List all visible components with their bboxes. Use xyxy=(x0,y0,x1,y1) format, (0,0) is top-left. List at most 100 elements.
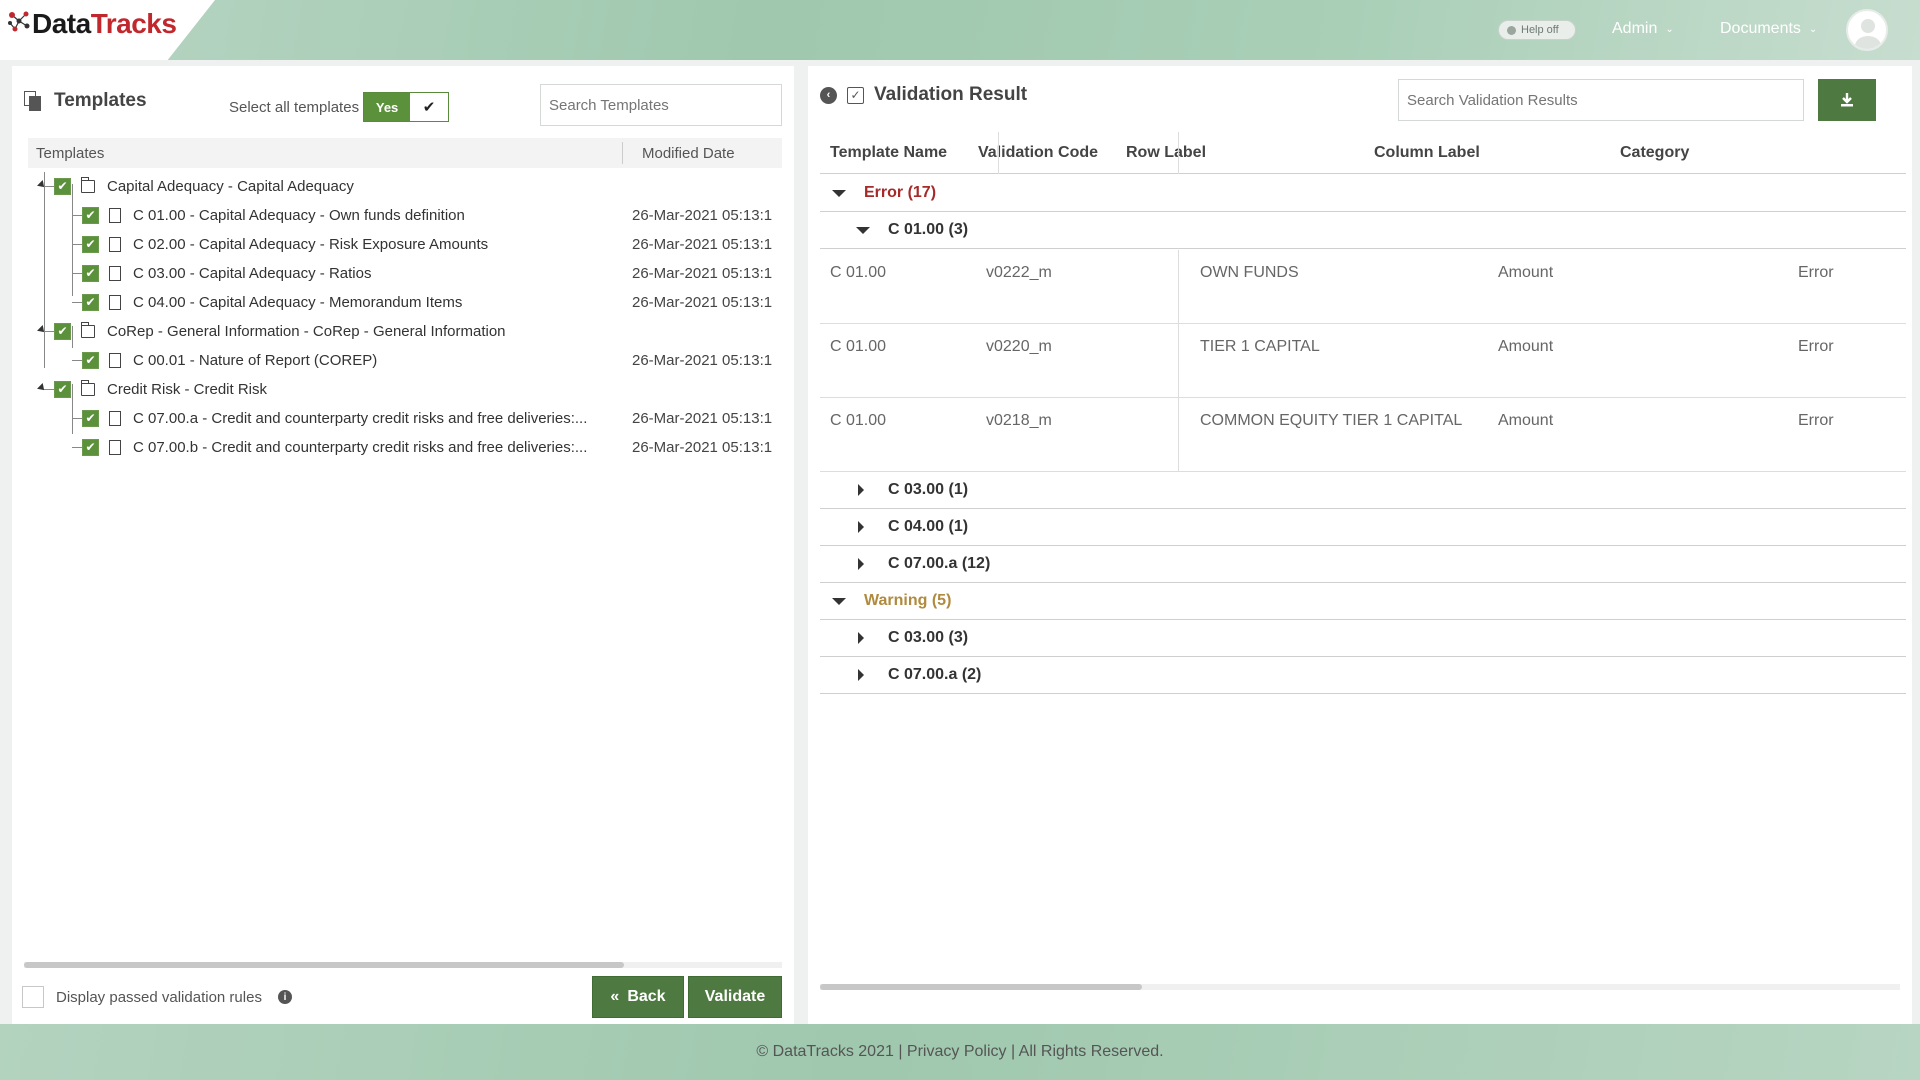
search-validation-input[interactable] xyxy=(1398,79,1804,121)
group-label: C 03.00 (3) xyxy=(888,629,969,646)
column-header-row-label[interactable]: Row Label xyxy=(1126,144,1206,162)
tree-checkbox[interactable]: ✔ xyxy=(82,235,99,253)
validation-result-panel: ‹ ✓ Validation Result Template Name Vali… xyxy=(808,66,1912,1024)
display-passed-checkbox[interactable] xyxy=(22,986,44,1008)
caret-right-icon xyxy=(858,521,864,533)
tree-template-row[interactable]: ✔ C 04.00 - Capital Adequacy - Memorandum… xyxy=(72,288,462,316)
download-button[interactable] xyxy=(1818,79,1876,121)
documents-menu[interactable]: Documents ⌄ xyxy=(1720,20,1817,38)
tree-checkbox[interactable]: ✔ xyxy=(54,380,71,398)
select-all-label: Select all templates xyxy=(229,98,360,116)
file-icon xyxy=(109,207,121,223)
cell-template-name: C 01.00 xyxy=(830,338,887,355)
table-row[interactable]: C 01.00 v0218_m COMMON EQUITY TIER 1 CAPIT… xyxy=(820,398,1906,472)
tree-checkbox[interactable]: ✔ xyxy=(54,177,71,195)
expand-arrow-icon[interactable] xyxy=(37,383,47,393)
logo-text: DataTracks xyxy=(32,8,177,39)
templates-column-header[interactable]: Templates xyxy=(36,145,104,162)
tree-template-row[interactable]: ✔ C 00.01 - Nature of Report (COREP) xyxy=(72,346,377,374)
table-row[interactable]: C 01.00 v0222_m OWN FUNDS Amount Error xyxy=(820,250,1906,324)
back-circle-icon[interactable]: ‹ xyxy=(820,86,837,104)
tree-connector xyxy=(72,184,73,296)
group-row-c0700a[interactable]: C 07.00.a (12) xyxy=(820,546,1906,583)
help-toggle-label: Help off xyxy=(1521,24,1559,36)
tree-template-row[interactable]: ✔ C 01.00 - Capital Adequacy - Own funds … xyxy=(72,201,465,229)
group-row-error[interactable]: Error (17) xyxy=(820,175,1906,212)
search-templates-input[interactable] xyxy=(540,84,782,126)
scrollbar-thumb[interactable] xyxy=(24,962,624,968)
table-row[interactable]: C 01.00 v0220_m TIER 1 CAPITAL Amount Error xyxy=(820,324,1906,398)
templates-icon xyxy=(24,91,42,111)
tree-connector xyxy=(44,186,54,187)
tree-template-row[interactable]: ✔ C 07.00.b - Credit and counterparty cre… xyxy=(72,433,588,461)
validate-button-label: Validate xyxy=(704,988,766,1005)
scrollbar-thumb[interactable] xyxy=(820,984,1142,990)
double-chevron-left-icon: « xyxy=(610,988,620,1005)
select-all-yes[interactable]: Yes xyxy=(364,93,411,121)
group-label: C 03.00 (1) xyxy=(888,481,969,498)
tree-checkbox[interactable]: ✔ xyxy=(82,293,99,311)
help-toggle[interactable]: Help off xyxy=(1498,20,1576,40)
modified-date: 26-Mar-2021 05:13:1 xyxy=(632,294,773,311)
column-header-template-name[interactable]: Template Name xyxy=(830,144,947,162)
column-divider xyxy=(1178,132,1179,174)
privacy-policy-link[interactable]: Privacy Policy xyxy=(907,1043,1007,1060)
file-icon xyxy=(109,439,121,455)
checkmark-icon[interactable]: ✔ xyxy=(410,93,449,121)
file-icon xyxy=(109,352,121,368)
tree-checkbox[interactable]: ✔ xyxy=(82,438,99,456)
tree-checkbox[interactable]: ✔ xyxy=(82,206,99,224)
tree-checkbox[interactable]: ✔ xyxy=(82,264,99,282)
back-button-label: Back xyxy=(627,988,666,1005)
tree-connector xyxy=(72,447,82,448)
footer-text: © DataTracks 2021 | Privacy Policy | All… xyxy=(756,1043,1163,1061)
tree-folder-row[interactable]: ✔ Capital Adequacy - Capital Adequacy xyxy=(37,172,354,200)
caret-right-icon xyxy=(858,669,864,681)
back-button[interactable]: « Back xyxy=(592,976,684,1018)
admin-menu[interactable]: Admin ⌄ xyxy=(1612,20,1674,38)
cell-validation-code: v0222_m xyxy=(986,264,1052,281)
tree-connector xyxy=(72,302,82,303)
group-row-c0400[interactable]: C 04.00 (1) xyxy=(820,509,1906,546)
file-icon xyxy=(109,294,121,310)
cell-column-label: Amount xyxy=(1498,338,1554,355)
rights-text: | All Rights Reserved. xyxy=(1006,1043,1164,1060)
select-all-toggle[interactable]: Yes ✔ xyxy=(363,92,450,122)
expand-arrow-icon[interactable] xyxy=(37,325,47,335)
modified-date-column-header[interactable]: Modified Date xyxy=(642,145,735,162)
tree-template-row[interactable]: ✔ C 02.00 - Capital Adequacy - Risk Expos… xyxy=(72,230,489,258)
tree-row-label: C 02.00 - Capital Adequacy - Risk Exposu… xyxy=(133,235,489,253)
tree-row-label: Capital Adequacy - Capital Adequacy xyxy=(107,177,354,195)
tree-checkbox[interactable]: ✔ xyxy=(82,409,99,427)
validate-button[interactable]: Validate xyxy=(688,976,782,1018)
datatracks-logo[interactable]: DataTracks xyxy=(6,8,177,40)
tree-template-row[interactable]: ✔ C 03.00 - Capital Adequacy - Ratios xyxy=(72,259,371,287)
logo-area: DataTracks xyxy=(0,0,215,60)
tree-row-label: C 07.00.b - Credit and counterparty cred… xyxy=(133,438,588,456)
tree-connector xyxy=(72,244,82,245)
group-row-c0300[interactable]: C 03.00 (1) xyxy=(820,472,1906,509)
tree-template-row[interactable]: ✔ C 07.00.a - Credit and counterparty cre… xyxy=(72,404,587,432)
file-icon xyxy=(109,410,121,426)
tree-checkbox[interactable]: ✔ xyxy=(82,351,99,369)
admin-menu-label: Admin xyxy=(1612,20,1658,37)
column-header-validation-code[interactable]: Validation Code xyxy=(978,144,1098,162)
top-header: DataTracks Help off Admin ⌄ Documents ⌄ xyxy=(0,0,1920,60)
tree-folder-row[interactable]: ✔ Credit Risk - Credit Risk xyxy=(37,375,267,403)
group-row-warning[interactable]: Warning (5) xyxy=(820,583,1906,620)
group-label: C 04.00 (1) xyxy=(888,518,969,535)
column-divider xyxy=(622,142,623,164)
tree-folder-row[interactable]: ✔ CoRep - General Information - CoRep - G… xyxy=(37,317,506,345)
user-avatar[interactable] xyxy=(1846,9,1888,51)
tree-connector xyxy=(72,273,82,274)
chevron-down-icon: ⌄ xyxy=(1665,23,1674,35)
tree-checkbox[interactable]: ✔ xyxy=(54,322,71,340)
group-row-warning-c0300[interactable]: C 03.00 (3) xyxy=(820,620,1906,657)
column-header-column-label[interactable]: Column Label xyxy=(1374,144,1480,162)
expand-arrow-icon[interactable] xyxy=(37,180,47,190)
info-icon[interactable]: i xyxy=(277,990,292,1004)
column-header-category[interactable]: Category xyxy=(1620,144,1689,162)
group-row-c0100[interactable]: C 01.00 (3) xyxy=(820,212,1906,249)
group-row-warning-c0700a[interactable]: C 07.00.a (2) xyxy=(820,657,1906,694)
cell-column-label: Amount xyxy=(1498,412,1554,429)
